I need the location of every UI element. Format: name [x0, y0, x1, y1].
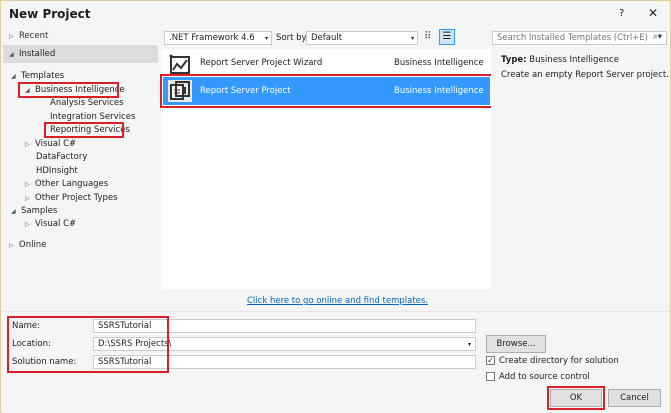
online-templates-link[interactable]: Click here to go online and find templat… [247, 296, 428, 306]
highlight-box [160, 74, 493, 108]
label: Online [19, 240, 47, 250]
browse-button[interactable]: Browse... [486, 335, 546, 353]
label: Samples [21, 206, 58, 216]
template-tree [3, 27, 158, 311]
expand-icon: ▷ [25, 141, 30, 148]
tree-hdinsight[interactable]: HDInsight [36, 166, 78, 176]
tree-templates[interactable]: ◢ Templates [11, 71, 64, 81]
type-info: Type: Business Intelligence [501, 55, 619, 65]
template-type: Business Intelligence [394, 58, 484, 68]
tree-recent[interactable]: ▷ Recent [9, 31, 48, 41]
type-label: Type: [501, 55, 527, 65]
label: Add to source control [499, 372, 590, 382]
sort-label: Sort by: [276, 33, 309, 43]
expand-icon: ▷ [25, 195, 30, 202]
report-wizard-icon [169, 54, 190, 74]
close-button[interactable]: ✕ [648, 6, 658, 20]
tree-samples-visual-csharp[interactable]: ▷ Visual C# [25, 219, 76, 229]
collapse-icon: ◢ [11, 73, 16, 80]
label: Click here to go online and find templat… [247, 296, 429, 306]
tree-other-languages[interactable]: ▷ Other Languages [25, 179, 108, 189]
label: .NET Framework 4.6 [169, 33, 255, 43]
new-project-dialog: New Project ? ✕ ▷ Recent ◢ Installed ◢ Temp… [0, 0, 671, 413]
dropdown-arrow-icon: ▾ [264, 35, 268, 42]
highlight-box [18, 82, 119, 98]
framework-select[interactable]: .NET Framework 4.6 ▾ [164, 31, 272, 45]
tree-datafactory[interactable]: DataFactory [36, 152, 87, 162]
expand-icon: ▷ [9, 242, 14, 249]
tree-online[interactable]: ▷ Online [9, 240, 46, 250]
tree-integration-services[interactable]: Integration Services [50, 112, 135, 122]
checkbox-checked-icon[interactable]: ✓ [486, 356, 495, 365]
label: Visual C# [35, 219, 77, 229]
list-view-icon[interactable]: ☰ [439, 29, 455, 45]
label: Installed [19, 49, 56, 59]
label: Other Project Types [35, 193, 118, 203]
collapse-icon: ◢ [11, 208, 16, 215]
search-input[interactable]: Search Installed Templates (Ctrl+E) ⌕▾ [492, 31, 667, 45]
label: Other Languages [35, 179, 109, 189]
highlight-box [44, 122, 124, 138]
tree-other-project-types[interactable]: ▷ Other Project Types [25, 193, 118, 203]
template-item[interactable]: Report Server Project Wizard Business In… [163, 51, 490, 75]
expand-icon: ▷ [25, 221, 30, 228]
label: Default [311, 33, 343, 43]
template-name: Report Server Project Wizard [200, 58, 323, 68]
source-control-checkbox[interactable]: Add to source control [486, 372, 590, 382]
label: Create directory for solution [499, 356, 619, 366]
expand-icon: ▷ [25, 181, 30, 188]
type-value: Business Intelligence [529, 55, 619, 65]
sort-select[interactable]: Default ▾ [306, 31, 418, 45]
tree-samples[interactable]: ◢ Samples [11, 206, 57, 216]
label: Visual C# [35, 139, 77, 149]
tree-installed[interactable]: ◢ Installed [9, 49, 55, 59]
small-icons-view-icon[interactable]: ⠿ [424, 31, 431, 42]
expand-icon: ▷ [9, 33, 14, 40]
label: Templates [21, 71, 65, 81]
checkbox-icon[interactable] [486, 372, 495, 381]
collapse-icon: ◢ [9, 51, 14, 58]
cancel-button[interactable]: Cancel [608, 389, 661, 407]
template-description: Create an empty Report Server project. [501, 70, 669, 80]
tree-analysis-services[interactable]: Analysis Services [50, 98, 124, 108]
create-directory-checkbox[interactable]: ✓ Create directory for solution [486, 356, 619, 366]
search-icon[interactable]: ⌕▾ [653, 32, 662, 42]
help-button[interactable]: ? [619, 8, 624, 19]
dropdown-arrow-icon[interactable]: ▾ [468, 341, 471, 348]
dialog-title: New Project [9, 7, 91, 21]
highlight-box [547, 386, 605, 410]
placeholder: Search Installed Templates (Ctrl+E) [497, 33, 648, 43]
label: Recent [19, 31, 49, 41]
highlight-box [7, 316, 169, 373]
tree-visual-csharp[interactable]: ▷ Visual C# [25, 139, 76, 149]
dropdown-arrow-icon: ▾ [410, 35, 414, 42]
